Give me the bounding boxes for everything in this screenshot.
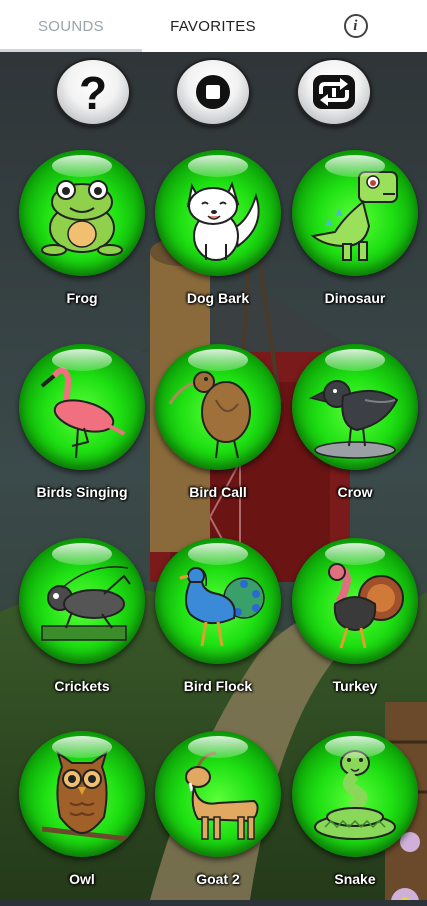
stop-icon: [196, 75, 230, 109]
cricket-icon: [41, 566, 131, 641]
sound-ball: [19, 150, 145, 276]
sound-button-crow[interactable]: Crow: [292, 344, 420, 519]
sound-label: Owl: [69, 871, 95, 887]
gloss-highlight: [52, 543, 112, 565]
sound-button-owl[interactable]: Owl: [19, 731, 147, 906]
sound-button-bird-flock[interactable]: Bird Flock: [155, 538, 283, 713]
sound-label: Crow: [337, 484, 373, 500]
sound-button-frog[interactable]: Frog: [19, 150, 147, 325]
tab-indicator: [0, 49, 142, 52]
info-icon: i: [343, 14, 368, 38]
sound-ball: [19, 344, 145, 470]
info-button[interactable]: i: [284, 0, 427, 52]
sound-ball: [155, 538, 281, 664]
gloss-highlight: [325, 543, 385, 565]
crow-icon: [308, 380, 399, 459]
gloss-highlight: [188, 155, 248, 177]
tab-favorites[interactable]: FAVORITES: [142, 0, 284, 52]
sound-button-dog-bark[interactable]: Dog Bark: [155, 150, 283, 325]
frog-icon: [41, 180, 123, 256]
gloss-highlight: [188, 736, 248, 758]
dinosaur-icon: [310, 171, 398, 261]
gloss-highlight: [325, 155, 385, 177]
gloss-highlight: [52, 349, 112, 371]
dog-icon: [186, 181, 260, 261]
sound-ball: [155, 344, 281, 470]
repeat-icon: [313, 75, 355, 109]
sound-label: Frog: [66, 290, 98, 306]
peacock-icon: [179, 567, 265, 647]
sound-label: Snake: [334, 871, 376, 887]
question-icon: ?: [78, 67, 108, 119]
tab-bar: SOUNDS FAVORITES i: [0, 0, 427, 52]
gloss-highlight: [52, 155, 112, 177]
gloss-highlight: [325, 736, 385, 758]
sound-label: Birds Singing: [36, 484, 128, 500]
sound-button-dinosaur[interactable]: Dinosaur: [292, 150, 420, 325]
sound-ball: [292, 150, 418, 276]
sound-label: Bird Flock: [183, 678, 253, 694]
snake-icon: [314, 750, 396, 840]
help-button[interactable]: ?: [55, 58, 131, 126]
gloss-highlight: [52, 736, 112, 758]
sound-label: Bird Call: [189, 484, 247, 500]
stop-button[interactable]: [175, 58, 251, 126]
sound-ball: [292, 344, 418, 470]
gloss-highlight: [325, 349, 385, 371]
sound-ball: [155, 150, 281, 276]
tab-sounds[interactable]: SOUNDS: [0, 0, 142, 52]
sound-ball: [155, 731, 281, 857]
sound-ball: [292, 538, 418, 664]
sound-button-goat-2[interactable]: Goat 2: [155, 731, 283, 906]
owl-icon: [41, 750, 129, 842]
sound-label: Goat 2: [196, 871, 240, 887]
sound-button-snake[interactable]: Snake: [292, 731, 420, 906]
gloss-highlight: [188, 349, 248, 371]
flamingo-icon: [40, 367, 126, 459]
sound-label: Dinosaur: [324, 290, 386, 306]
sound-button-bird-call[interactable]: Bird Call: [155, 344, 283, 519]
sound-label: Crickets: [54, 678, 110, 694]
sound-label: Turkey: [332, 678, 378, 694]
goat-icon: [185, 751, 259, 840]
turkey-icon: [328, 563, 404, 649]
sound-ball: [19, 538, 145, 664]
repeat-button[interactable]: [296, 58, 372, 126]
sound-ball: [19, 731, 145, 857]
sound-ball: [292, 731, 418, 857]
sound-label: Dog Bark: [186, 290, 250, 306]
gloss-highlight: [188, 543, 248, 565]
kiwi-icon: [168, 371, 251, 459]
sound-button-birds-singing[interactable]: Birds Singing: [19, 344, 147, 519]
sound-button-crickets[interactable]: Crickets: [19, 538, 147, 713]
sound-button-turkey[interactable]: Turkey: [292, 538, 420, 713]
